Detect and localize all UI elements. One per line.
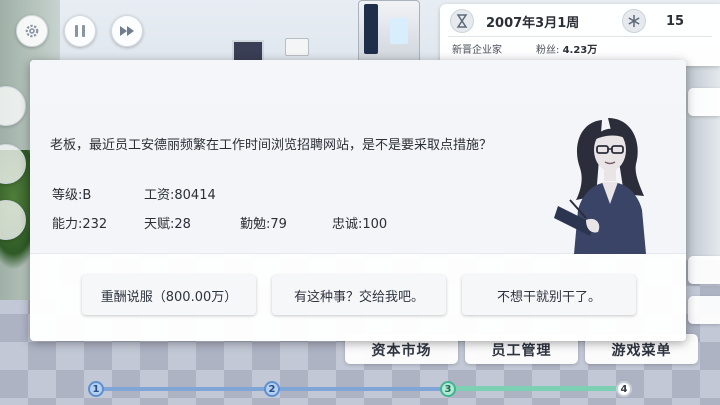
- rank-title: 新晋企业家: [452, 45, 502, 56]
- employee-loyalty: 忠诚:100: [332, 217, 388, 232]
- temperature-value: 15: [666, 13, 685, 29]
- vending-machine-panel: [390, 18, 408, 44]
- progress-fill-current: [448, 386, 624, 391]
- hourglass-icon: [450, 9, 474, 33]
- fans-value: 4.23万: [562, 45, 598, 56]
- progress-step-2: 2: [264, 381, 280, 397]
- progress-step-1: 1: [88, 381, 104, 397]
- event-question: 老板，最近员工安德丽频繁在工作时间浏览招聘网站，是不是要采取点措施？: [50, 138, 493, 153]
- fans-label: 粉丝:: [536, 45, 560, 56]
- vending-machine-window: [364, 4, 378, 54]
- game-date: 2007年3月1周: [486, 15, 580, 31]
- employee-salary: 工资:80414: [144, 188, 216, 203]
- fans-count: 粉丝: 4.23万: [536, 41, 597, 56]
- pause-icon: [75, 25, 85, 37]
- progress-step-4: 4: [616, 381, 632, 397]
- settings-button[interactable]: [16, 15, 48, 47]
- right-side-button-3[interactable]: [688, 296, 720, 324]
- info-panel: 2007年3月1周 15 新晋企业家 粉丝: 4.23万: [440, 4, 720, 66]
- right-side-button-1[interactable]: [688, 88, 720, 116]
- option-let-go-button[interactable]: 不想干就别干了。: [462, 275, 636, 315]
- gear-icon: [25, 24, 39, 38]
- snowflake-icon: [622, 9, 646, 33]
- event-dialog: 老板，最近员工安德丽频繁在工作时间浏览招聘网站，是不是要采取点措施？ 等级:B …: [30, 60, 686, 341]
- employee-grade: 等级:B: [52, 188, 92, 203]
- info-divider: [448, 36, 712, 37]
- employee-diligence: 勤勉:79: [240, 217, 287, 232]
- secretary-portrait: [554, 118, 646, 254]
- employee-talent: 天赋:28: [144, 217, 191, 232]
- dialog-header: [30, 60, 686, 105]
- progress-step-3: 3: [440, 381, 456, 397]
- wall-socket: [285, 38, 309, 56]
- fast-forward-button[interactable]: [111, 15, 143, 47]
- option-handle-it-button[interactable]: 有这种事？交给我吧。: [272, 275, 446, 315]
- pause-button[interactable]: [64, 15, 96, 47]
- right-side-button-2[interactable]: [688, 256, 720, 284]
- option-persuade-with-raise-button[interactable]: 重酬说服（800.00万）: [82, 275, 256, 315]
- fast-forward-icon: [120, 26, 134, 36]
- employee-ability: 能力:232: [52, 217, 108, 232]
